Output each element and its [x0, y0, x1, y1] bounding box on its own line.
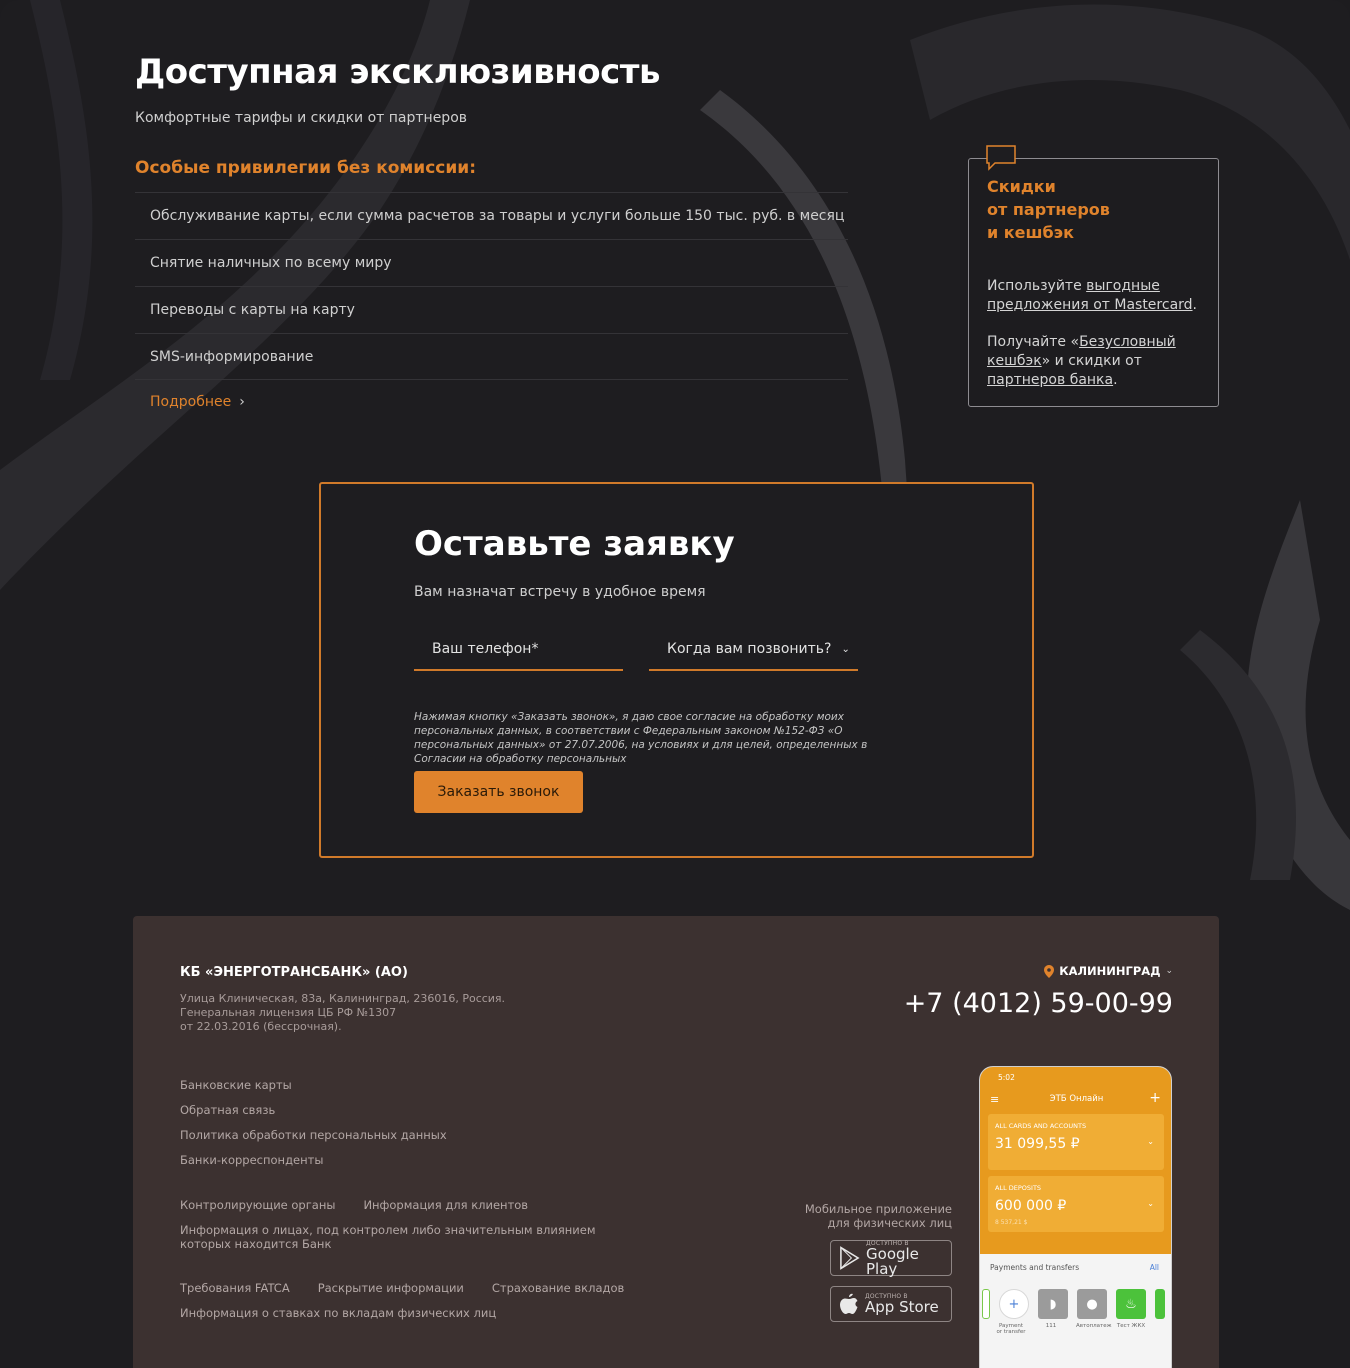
apple-icon [840, 1293, 858, 1314]
form-title: Оставьте заявку [414, 524, 735, 564]
footer-link[interactable]: Политика обработки персональных данных [180, 1128, 447, 1142]
page-title: Доступная эксклюзивность [135, 52, 660, 92]
privileges-list: Обслуживание карты, если сумма расчетов … [135, 192, 848, 380]
user-icon: ● [1077, 1289, 1107, 1319]
payment-tiles: + ◗ ● ♨ [982, 1289, 1165, 1319]
privileges-heading: Особые привилегии без комиссии: [135, 158, 476, 178]
payment-tile-labels: Payment or transfer 111 Автоплатеж Тест … [996, 1323, 1146, 1335]
text-fragment: . [1113, 372, 1118, 388]
promo-card: Скидки от партнеров и кешбэк Используйте… [968, 145, 1219, 407]
promo-card-paragraph-2: Получайте «Безусловный кешбэк» и скидки … [987, 333, 1202, 390]
consent-text: Нажимая кнопку «Заказать звонок», я даю … [414, 711, 868, 765]
chevron-right-icon: › [239, 394, 245, 410]
text-fragment: » и скидки от [1041, 353, 1142, 369]
chevron-down-icon: ⌄ [841, 643, 850, 655]
footer-link[interactable]: Контролирующие органы [180, 1198, 335, 1212]
more-link-label: Подробнее [150, 394, 232, 410]
location-pin-icon [1044, 964, 1055, 978]
footer-link[interactable]: Информация о лицах, под контролем либо з… [180, 1223, 620, 1251]
footer-link[interactable]: Обратная связь [180, 1103, 447, 1117]
text-fragment: Используйте [987, 278, 1087, 294]
tile-label: Автоплатеж [1076, 1323, 1112, 1329]
footer-link[interactable]: Информация для клиентов [363, 1198, 528, 1212]
google-play-icon [840, 1246, 860, 1270]
deposits-card: ALL DEPOSITS 600 000 ₽ 8 537,21 $ ⌄ [988, 1176, 1164, 1232]
text-fragment: Получайте « [987, 334, 1080, 350]
footer-link[interactable]: Информация о ставках по вкладам физическ… [180, 1306, 496, 1320]
text-fragment: . [1192, 297, 1197, 313]
contact-phone[interactable]: +7 (4012) 59-00-99 [904, 988, 1173, 1019]
bank-address: Улица Клиническая, 83а, Калининград, 236… [180, 992, 506, 1033]
order-call-button[interactable]: Заказать звонок [414, 771, 583, 813]
utility-icon: ♨ [1116, 1289, 1146, 1319]
tile-label: Тест ЖКХ [1116, 1323, 1146, 1329]
more-link[interactable]: Подробнее › [150, 394, 245, 410]
deposits-balance: 600 000 ₽ [995, 1198, 1067, 1214]
footer-links-group-2: Контролирующие органы Информация для кли… [180, 1198, 528, 1212]
status-time: 5:02 [998, 1073, 1015, 1082]
footer-link[interactable]: Страхование вкладов [492, 1281, 624, 1295]
footer-link[interactable]: Раскрытие информации [318, 1281, 464, 1295]
form-subtitle: Вам назначат встречу в удобное время [414, 584, 706, 600]
footer-link[interactable]: Банки-корреспонденты [180, 1153, 447, 1167]
tile-label: 111 [1045, 1323, 1057, 1329]
footer: КБ «ЭНЕРГОТРАНСБАНК» (АО) Улица Клиничес… [133, 916, 1219, 1368]
page: Доступная эксклюзивность Комфортные тари… [0, 0, 1350, 1368]
list-item: Переводы с карты на карту [135, 286, 848, 333]
plus-icon: + [1149, 1090, 1161, 1106]
promo-card-title: Скидки от партнеров и кешбэк [987, 177, 1110, 242]
list-item: Снятие наличных по всему миру [135, 239, 848, 286]
footer-links-group-3: Требования FATCA Раскрытие информации Ст… [180, 1281, 624, 1295]
promo-card-paragraph-1: Используйте выгодные предложения от Mast… [987, 277, 1202, 315]
city-name: КАЛИНИНГРАД [1059, 964, 1161, 978]
request-form: Оставьте заявку Вам назначат встречу в у… [319, 482, 1034, 858]
city-selector[interactable]: КАЛИНИНГРАД ⌄ [1044, 964, 1173, 978]
tile-label: Payment or transfer [996, 1323, 1026, 1335]
call-time-select[interactable]: Когда вам позвонить? ⌄ [649, 629, 858, 671]
deposits-label: ALL DEPOSITS [995, 1184, 1042, 1192]
accounts-card: ALL CARDS AND ACCOUNTS 31 099,55 ₽ ⌄ [988, 1114, 1164, 1170]
store-name: App Store [865, 1298, 939, 1316]
footer-link[interactable]: Требования FATCA [180, 1281, 290, 1295]
phone-input[interactable]: Ваш телефон* [414, 629, 623, 671]
footer-link[interactable]: Банковские карты [180, 1078, 447, 1092]
chevron-down-icon: ⌄ [1165, 966, 1173, 976]
deposits-secondary: 8 537,21 $ [995, 1219, 1028, 1226]
accounts-label: ALL CARDS AND ACCOUNTS [995, 1122, 1087, 1130]
footer-links-group-1: Банковские карты Обратная связь Политика… [180, 1078, 447, 1178]
app-title: ЭТБ Онлайн [1049, 1094, 1104, 1104]
piggy-bank-icon: ◗ [1038, 1289, 1068, 1319]
list-item: SMS-информирование [135, 333, 848, 380]
payments-all-link: All [1149, 1263, 1159, 1272]
google-play-button[interactable]: ДОСТУПНО В Google Play [830, 1240, 952, 1276]
speech-bubble-icon [986, 145, 1016, 171]
tile-partial [1155, 1289, 1165, 1319]
mobile-app-note: Мобильное приложение для физических лиц [804, 1202, 952, 1230]
phone-input-placeholder: Ваш телефон* [432, 641, 539, 657]
store-name: Google Play [866, 1244, 919, 1278]
bank-name: КБ «ЭНЕРГОТРАНСБАНК» (АО) [180, 965, 408, 980]
tile-partial [982, 1289, 990, 1319]
app-phone-mockup: 5:02 ≡ ЭТБ Онлайн + ALL CARDS AND ACCOUN… [979, 1066, 1172, 1368]
chevron-down-icon: ⌄ [1147, 1137, 1154, 1146]
plus-icon: + [999, 1289, 1029, 1319]
call-time-placeholder: Когда вам позвонить? [667, 641, 832, 657]
app-store-button[interactable]: ДОСТУПНО В App Store [830, 1286, 952, 1322]
accounts-balance: 31 099,55 ₽ [995, 1136, 1080, 1152]
chevron-down-icon: ⌄ [1147, 1199, 1154, 1208]
list-item: Обслуживание карты, если сумма расчетов … [135, 192, 848, 239]
bank-partners-link[interactable]: партнеров банка [987, 372, 1113, 388]
page-subtitle: Комфортные тарифы и скидки от партнеров [135, 110, 468, 126]
payments-label: Payments and transfers [990, 1263, 1080, 1272]
